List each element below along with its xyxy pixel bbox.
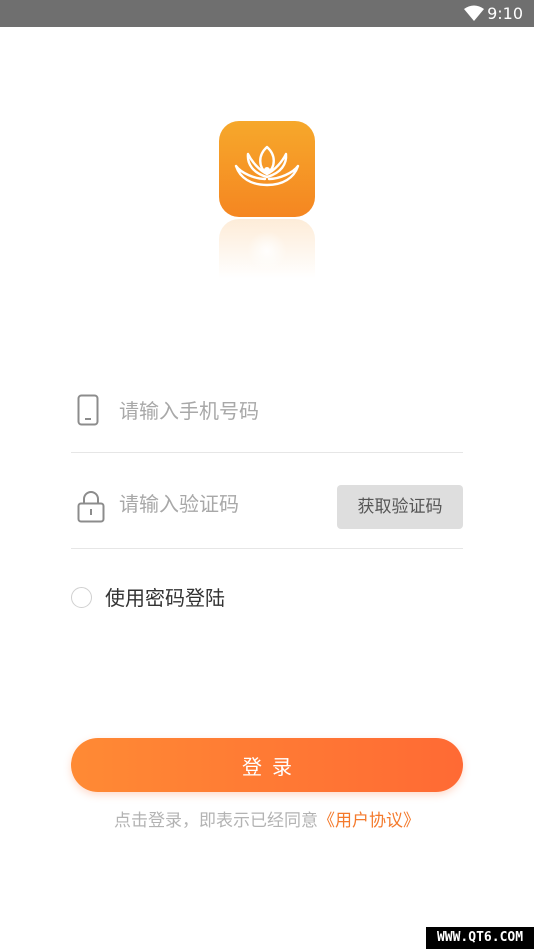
app-logo	[219, 121, 315, 217]
wifi-icon	[464, 5, 484, 21]
agreement-text: 点击登录，即表示已经同意《用户协议》	[0, 806, 534, 831]
use-password-label: 使用密码登陆	[105, 586, 225, 610]
lotus-icon	[234, 145, 300, 187]
code-input[interactable]	[119, 489, 369, 519]
use-password-radio[interactable]	[71, 587, 92, 608]
phone-icon	[77, 394, 99, 426]
code-field-row: 获取验证码	[71, 452, 463, 549]
login-button[interactable]: 登录	[71, 738, 463, 792]
get-code-button[interactable]: 获取验证码	[337, 485, 463, 529]
logo-reflection	[219, 219, 315, 289]
watermark: WWW.QT6.COM	[426, 927, 534, 949]
phone-field-row	[71, 356, 463, 453]
lock-icon	[77, 491, 105, 523]
status-bar: 9:10	[0, 0, 534, 27]
agreement-prefix: 点击登录，即表示已经同意	[114, 811, 318, 831]
phone-input[interactable]	[119, 396, 369, 426]
user-agreement-link[interactable]: 《用户协议》	[318, 811, 420, 831]
status-time: 9:10	[487, 4, 523, 23]
